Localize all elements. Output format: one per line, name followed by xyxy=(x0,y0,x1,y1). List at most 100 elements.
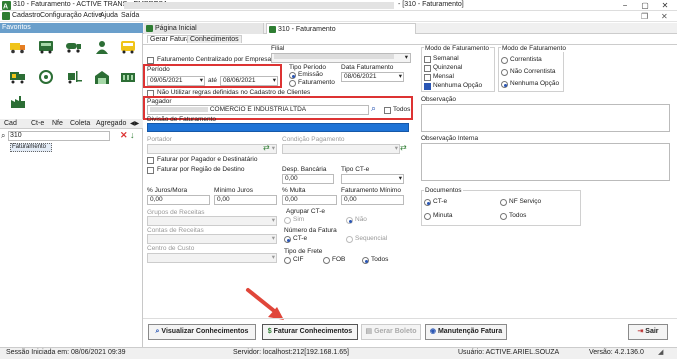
doc-nf-servico-radio[interactable] xyxy=(500,199,507,206)
correntista-radio[interactable] xyxy=(501,57,508,64)
status-version: Versão: 4.2.136.0 xyxy=(589,349,644,356)
schoolbus-icon[interactable] xyxy=(120,40,136,54)
user-icon[interactable] xyxy=(94,40,110,54)
nenhuma-checkbox[interactable] xyxy=(424,83,431,90)
menu-ajuda[interactable]: Ajuda xyxy=(100,12,118,19)
nenhuma-opcao-radio[interactable] xyxy=(501,81,508,88)
tipo-cte-select[interactable]: ▾ xyxy=(341,174,404,184)
modo1-label: Modo de Faturamento xyxy=(424,45,490,52)
centro-select[interactable]: ▾ xyxy=(147,253,277,263)
down-arrow-icon[interactable]: ↓ xyxy=(130,130,135,140)
factory-icon[interactable] xyxy=(10,94,26,108)
contas-select[interactable]: ▾ xyxy=(147,234,277,244)
garage-icon[interactable] xyxy=(94,70,110,84)
tab-faturamento[interactable]: 310 - Faturamento xyxy=(266,23,416,34)
grupos-select[interactable]: ▾ xyxy=(147,216,277,226)
observacao-textarea[interactable] xyxy=(421,104,670,132)
todos-checkbox[interactable] xyxy=(384,107,391,114)
condicao-select[interactable]: ▾ xyxy=(282,144,400,154)
tanker-icon[interactable] xyxy=(66,40,82,54)
gerar-boleto-label: Gerar Boleto xyxy=(374,328,417,335)
tipo-emissao-radio[interactable] xyxy=(289,72,296,79)
tab-scroll-icon[interactable]: ◀▶ xyxy=(130,120,139,127)
clear-search-icon[interactable]: ✕ xyxy=(120,130,128,141)
condicao-lookup-icon[interactable]: ⇄ xyxy=(400,143,407,152)
frete-cif-label: CIF xyxy=(293,256,304,263)
centralized-checkbox[interactable] xyxy=(147,57,154,64)
quinzenal-checkbox[interactable] xyxy=(424,65,431,72)
truck-icon[interactable] xyxy=(10,40,26,54)
close-doc-icon[interactable]: ✕ xyxy=(661,12,668,21)
fat-pagador-dest-checkbox[interactable] xyxy=(147,157,154,164)
faturar-button[interactable]: $ Faturar Conhecimentos xyxy=(262,324,358,340)
pagador-input[interactable]: COMERCIO E INDUSTRIA LTDA xyxy=(147,105,369,115)
menu-configuracao[interactable]: Configuração Active xyxy=(40,12,102,19)
fat-pagador-dest-label: Faturar por Pagador e Destinatário xyxy=(157,156,258,163)
juros-label: % Juros/Mora xyxy=(147,187,188,194)
delivery-icon[interactable] xyxy=(10,70,26,84)
barcode-icon: ▤ xyxy=(365,328,375,335)
app-menu-icon[interactable] xyxy=(2,12,10,20)
favorites-header: Favoritos xyxy=(0,23,143,33)
bus-icon[interactable] xyxy=(38,40,54,54)
maximize-icon[interactable]: ▢ xyxy=(637,0,653,11)
restore-icon[interactable]: ❐ xyxy=(641,12,648,21)
tab-pagina-inicial[interactable]: Página Inicial xyxy=(144,23,264,34)
nao-correntista-radio[interactable] xyxy=(501,69,508,76)
doc-todos-radio[interactable] xyxy=(500,213,507,220)
sidebar-tab-agregado[interactable]: Agregado xyxy=(96,120,126,127)
calendar-icon[interactable]: ▾ xyxy=(273,77,276,85)
sidebar-tab-nfe[interactable]: Nfe xyxy=(52,120,63,127)
num-fatura-cte-radio[interactable] xyxy=(284,236,291,243)
filial-select[interactable]: ▾ xyxy=(271,53,411,63)
tab-faturamento-label: 310 - Faturamento xyxy=(278,26,336,33)
close-icon[interactable]: ✕ xyxy=(657,0,673,11)
calendar-icon[interactable]: ▾ xyxy=(200,77,203,85)
search-icon[interactable]: ⌕ xyxy=(371,103,376,114)
agrupar-nao-radio[interactable] xyxy=(346,217,353,224)
forklift-icon[interactable] xyxy=(66,70,82,84)
frete-todos-radio[interactable] xyxy=(362,257,369,264)
data-faturamento-input[interactable]: 08/06/2021 ▾ xyxy=(341,72,404,82)
frete-fob-radio[interactable] xyxy=(323,257,330,264)
subtab-conhecimentos[interactable]: Conhecimentos xyxy=(187,35,242,43)
menu-saida[interactable]: Saída xyxy=(121,12,139,19)
date-from-input[interactable]: 09/05/2021 ▾ xyxy=(147,76,205,86)
visualizar-label: Visualizar Conhecimentos xyxy=(161,328,249,335)
portador-select[interactable]: ▾ xyxy=(147,144,277,154)
divisao-progress-bar[interactable] xyxy=(147,123,409,132)
portador-lookup-icon[interactable]: ⇄ xyxy=(263,143,270,152)
num-fatura-seq-radio[interactable] xyxy=(346,236,353,243)
menu-cadastro[interactable]: Cadastro xyxy=(12,12,40,19)
agrupar-sim-radio[interactable] xyxy=(284,217,291,224)
multa-input[interactable]: 0,00 xyxy=(282,195,337,205)
observacao-interna-textarea[interactable] xyxy=(421,143,670,181)
semanal-checkbox[interactable] xyxy=(424,56,431,63)
minimize-icon[interactable]: − xyxy=(617,0,633,11)
min-juros-input[interactable]: 0,00 xyxy=(214,195,277,205)
fat-min-input[interactable]: 0,00 xyxy=(341,195,404,205)
sidebar-tab-coleta[interactable]: Coleta xyxy=(70,120,90,127)
doc-minuta-radio[interactable] xyxy=(424,213,431,220)
gerar-boleto-button[interactable]: ▤ Gerar Boleto xyxy=(361,324,421,340)
sair-button[interactable]: ⇥ Sair xyxy=(628,324,668,340)
calendar-icon[interactable]: ▾ xyxy=(399,73,402,81)
mensal-checkbox[interactable] xyxy=(424,74,431,81)
tipo-faturamento-radio[interactable] xyxy=(289,80,296,87)
resize-grip-icon[interactable]: ◢ xyxy=(658,348,663,356)
desp-bancaria-input[interactable]: 0,00 xyxy=(282,174,334,184)
app-logo-icon: A xyxy=(2,1,11,10)
frete-cif-radio[interactable] xyxy=(284,257,291,264)
visualizar-button[interactable]: ⌕ Visualizar Conhecimentos xyxy=(148,324,256,340)
sidebar-tab-cte[interactable]: Ct-e xyxy=(31,120,44,127)
search-result-item[interactable]: Faturamento xyxy=(10,143,52,152)
doc-cte-radio[interactable] xyxy=(424,199,431,206)
date-to-input[interactable]: 08/06/2021 ▾ xyxy=(220,76,278,86)
sidebar-tab-cad[interactable]: Cad xyxy=(4,120,17,127)
juros-input[interactable]: 0,00 xyxy=(147,195,210,205)
fat-regiao-checkbox[interactable] xyxy=(147,167,154,174)
sidebar-search-input[interactable]: 310 xyxy=(8,131,110,141)
manutencao-button[interactable]: ◉ Manutenção Fatura xyxy=(425,324,507,340)
container-icon[interactable] xyxy=(120,70,136,84)
driver-icon[interactable] xyxy=(38,70,54,84)
